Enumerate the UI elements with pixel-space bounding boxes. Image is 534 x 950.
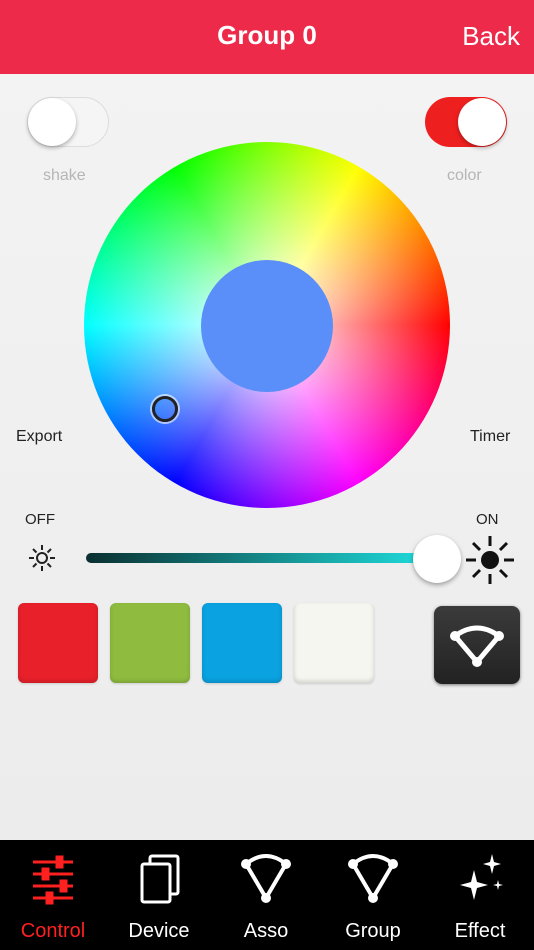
- brightness-slider[interactable]: [86, 553, 436, 563]
- tab-label: Asso: [243, 920, 289, 942]
- tab-group[interactable]: Group: [320, 840, 426, 950]
- triangle-nodes-icon: [348, 854, 398, 903]
- selected-color-preview: [201, 260, 333, 392]
- brightness-high-icon: [466, 536, 514, 584]
- back-button[interactable]: Back: [462, 21, 520, 52]
- tab-label: Effect: [454, 920, 506, 942]
- tab-control[interactable]: Control: [0, 840, 106, 950]
- tab-effect[interactable]: Effect: [427, 840, 533, 950]
- brightness-on-label: ON: [476, 511, 499, 528]
- preset-blue-swatch[interactable]: [202, 603, 282, 683]
- mode-button[interactable]: [434, 606, 520, 684]
- tab-bar: Control Device Asso Group Effect: [0, 840, 534, 950]
- color-label: color: [447, 167, 482, 184]
- shake-toggle[interactable]: [27, 97, 109, 147]
- sparkles-icon: [460, 854, 503, 900]
- preset-green-swatch[interactable]: [110, 603, 190, 683]
- cards-icon: [140, 854, 180, 904]
- timer-button[interactable]: Timer: [470, 428, 510, 446]
- brightness-slider-thumb[interactable]: [413, 535, 461, 583]
- preset-white-swatch[interactable]: [294, 603, 374, 683]
- header-bar: Group 0 Back: [0, 0, 534, 74]
- tab-device[interactable]: Device: [106, 840, 212, 950]
- sliders-icon: [33, 855, 73, 905]
- brightness-low-icon: [29, 545, 55, 571]
- preset-red-swatch[interactable]: [18, 603, 98, 683]
- tab-label: Device: [128, 920, 190, 942]
- color-picker-handle[interactable]: [152, 396, 178, 422]
- triangle-nodes-icon: [241, 854, 291, 903]
- tab-label: Group: [345, 920, 401, 942]
- triangle-nodes-icon: [450, 625, 504, 667]
- tab-label: Control: [20, 920, 86, 942]
- shake-label: shake: [43, 167, 86, 184]
- export-button[interactable]: Export: [16, 428, 62, 446]
- page-title: Group 0: [217, 20, 317, 50]
- tab-asso[interactable]: Asso: [213, 840, 319, 950]
- color-toggle[interactable]: [425, 97, 507, 147]
- toggle-knob: [458, 98, 506, 146]
- brightness-off-label: OFF: [25, 511, 55, 528]
- toggle-knob: [28, 98, 76, 146]
